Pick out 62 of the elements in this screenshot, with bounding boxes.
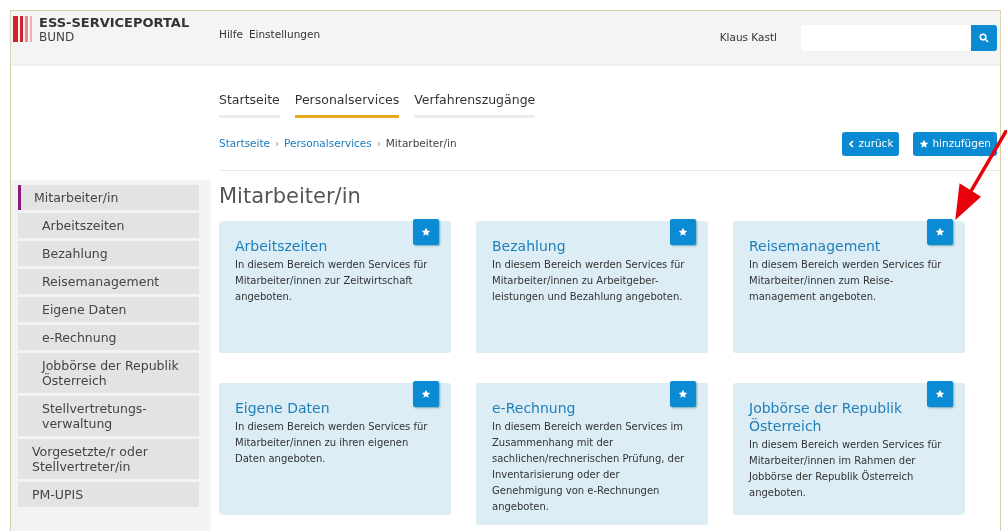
favorite-button[interactable] [670, 219, 696, 245]
header-link[interactable]: Hilfe [219, 27, 243, 43]
add-button[interactable]: hinzufügen [913, 131, 997, 156]
card-title[interactable]: Arbeitszeiten [235, 237, 443, 255]
service-card[interactable]: e-Rechnung In diesem Bereich werden Services im Zusammenhang mit der sachlichen/rechnerischen Prüfung, der Inventarisierung oder der Genehmigung von e-Rechnungen angeboten. [476, 383, 708, 525]
sidebar-item[interactable]: Jobbörse der Republik Österreich [18, 353, 199, 393]
sidebar-item[interactable]: Vorgesetzte/r oder Stellvertreter/in [18, 439, 199, 479]
user-name: Klaus Kastl [719, 29, 777, 45]
star-icon [678, 227, 688, 237]
back-button[interactable]: zurück [842, 131, 900, 156]
card-description: In diesem Bereich werden Services für Mitarbeiter/innen im Rahmen der Jobbörse der Republik Österreich angeboten. [749, 438, 943, 500]
service-card[interactable]: Bezahlung In diesem Bereich werden Services für Mitarbeiter/innen zu Arbeitgeber- leistungen und Bezahlung angeboten. [476, 221, 708, 353]
search-icon [979, 32, 989, 43]
nav-tab[interactable]: Personalservices [294, 91, 400, 118]
chevron-right-icon [275, 140, 280, 147]
sidebar-item[interactable]: PM-UPIS [18, 482, 199, 507]
favorite-button[interactable] [927, 381, 953, 407]
card-description: In diesem Bereich werden Services für Mitarbeiter/innen zur Zeitwirtschaft angeboten. [235, 258, 429, 304]
chevron-left-icon [848, 139, 856, 148]
logo-title: ESS-SERVICEPORTAL [39, 16, 190, 30]
search-field[interactable] [801, 24, 971, 51]
nav-tab[interactable]: Startseite [219, 91, 280, 118]
card-title[interactable]: e-Rechnung [492, 399, 700, 417]
breadcrumb-link[interactable]: Personalservices [284, 135, 372, 152]
breadcrumb-link[interactable]: Startseite [219, 135, 271, 152]
favorite-button[interactable] [413, 381, 439, 407]
star-icon [421, 389, 431, 399]
card-description: In diesem Bereich werden Services für Mitarbeiter/innen zu ihren eigenen Daten angeboten. [235, 420, 429, 466]
card-description: In diesem Bereich werden Services im Zusammenhang mit der sachlichen/rechnerischen Prüfung, der Inventarisierung oder der Genehmigung von e-Rechnungen angeboten. [492, 420, 686, 514]
service-card[interactable]: Arbeitszeiten In diesem Bereich werden Services für Mitarbeiter/innen zur Zeitwirtschaft angeboten. [219, 221, 451, 353]
search-button[interactable] [971, 24, 997, 51]
nav-tab[interactable]: Verfahrenszugänge [414, 91, 536, 118]
page-title: Mitarbeiter/in [219, 183, 362, 209]
sidebar-item[interactable]: Reisemanagement [18, 269, 199, 294]
breadcrumb-current: Mitarbeiter/in [385, 135, 457, 151]
card-title[interactable]: Bezahlung [492, 237, 700, 255]
star-icon [678, 389, 688, 399]
star-icon [935, 389, 945, 399]
sidebar-item[interactable]: e-Rechnung [18, 325, 199, 350]
card-description: In diesem Bereich werden Services für Mitarbeiter/innen zum Reise- management angeboten. [749, 258, 943, 304]
logo-subtitle: BUND [39, 30, 76, 44]
favorite-button[interactable] [927, 219, 953, 245]
service-card[interactable]: Reisemanagement In diesem Bereich werden Services für Mitarbeiter/innen zum Reise- management angeboten. [733, 221, 965, 353]
card-title[interactable]: Reisemanagement [749, 237, 957, 255]
logo-icon [13, 16, 35, 42]
card-description: In diesem Bereich werden Services für Mitarbeiter/innen zu Arbeitgeber- leistungen und Bezahlung angeboten. [492, 258, 686, 304]
sidebar-item[interactable]: Bezahlung [18, 241, 199, 266]
favorite-button[interactable] [413, 219, 439, 245]
star-icon [421, 227, 431, 237]
favorite-button[interactable] [670, 381, 696, 407]
service-card[interactable]: Eigene Daten In diesem Bereich werden Services für Mitarbeiter/innen zu ihren eigenen Daten angeboten. [219, 383, 451, 515]
chevron-right-icon [376, 140, 381, 147]
service-card[interactable]: Jobbörse der Republik Österreich In diesem Bereich werden Services für Mitarbeiter/innen im Rahmen der Jobbörse der Republik Österreich angeboten. [733, 383, 965, 515]
sidebar-item[interactable]: Mitarbeiter/in [18, 185, 199, 210]
star-icon [919, 138, 930, 149]
sidebar-item[interactable]: Stellvertretungs- verwaltung [18, 396, 199, 436]
star-icon [935, 227, 945, 237]
sidebar-item[interactable]: Eigene Daten [18, 297, 199, 322]
sidebar-item[interactable]: Arbeitszeiten [18, 213, 199, 238]
card-title[interactable]: Jobbörse der Republik Österreich [749, 399, 957, 435]
header-link[interactable]: Einstellungen [248, 27, 321, 43]
card-title[interactable]: Eigene Daten [235, 399, 443, 417]
